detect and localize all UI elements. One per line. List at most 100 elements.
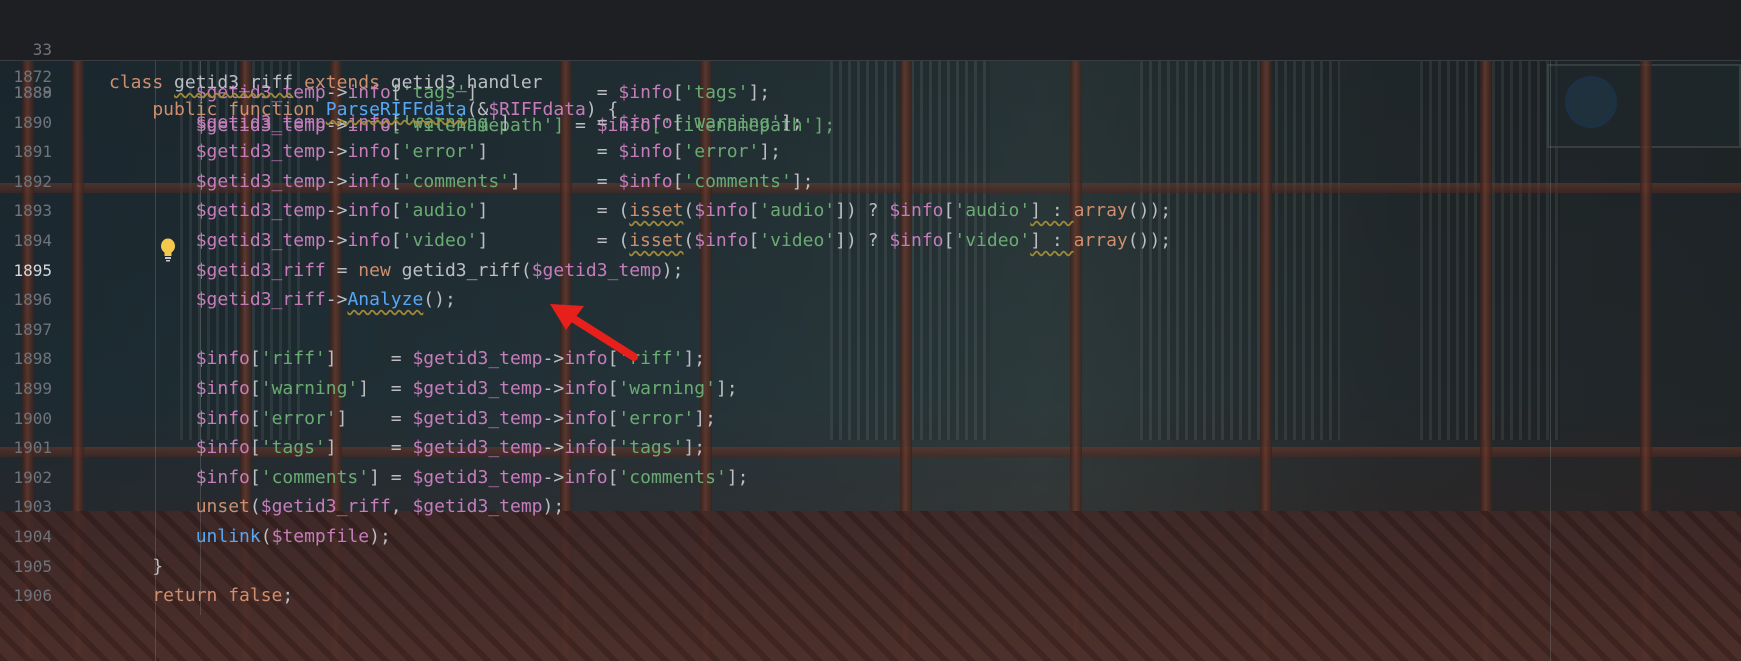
code-token: $info — [109, 437, 250, 459]
code-token: [ — [748, 200, 760, 222]
code-line[interactable]: 1899 $info['warning'] = $getid3_temp->in… — [0, 372, 1741, 405]
line-number: 1898 — [13, 349, 52, 369]
code-token: info — [347, 141, 391, 163]
code-token: $getid3_temp — [109, 141, 326, 163]
line-number: 1899 — [13, 379, 52, 398]
line-number: 1901 — [13, 438, 52, 458]
code-token: $RIFFdata — [488, 99, 586, 120]
code-token: ( — [683, 230, 695, 251]
code-token: [ — [672, 170, 684, 192]
code-line[interactable]: 1893 $getid3_temp->info['audio'] = (isse… — [0, 194, 1741, 227]
code-editor[interactable]: 33 class getid3_riff extends getid3_hand… — [0, 0, 1741, 661]
code-token: (& — [466, 99, 489, 120]
code-line[interactable]: 1904 unlink($tempfile); — [0, 520, 1741, 553]
code-text: return false; — [109, 579, 293, 612]
code-token: getid3_riff — [174, 72, 294, 93]
code-token: [ — [607, 378, 619, 399]
sticky-scope-header[interactable]: 33 class getid3_riff extends getid3_hand… — [0, 0, 1741, 120]
code-text: $getid3_riff = new getid3_riff($getid3_t… — [109, 254, 684, 287]
code-token: 'comments' — [618, 466, 727, 488]
code-token: 'error' — [618, 407, 695, 429]
code-token: [ — [249, 348, 261, 370]
code-token: ]) ? — [835, 230, 890, 251]
code-token: $info — [889, 200, 944, 222]
code-token: -> — [325, 141, 348, 163]
code-token: -> — [325, 170, 348, 192]
code-token: [ — [607, 407, 619, 429]
sticky-line-function[interactable]: 1872 public function ParseRIFFdata(&$RIF… — [0, 27, 1741, 120]
code-token: info — [347, 200, 391, 222]
code-token: info — [564, 378, 608, 399]
code-lines[interactable]: 1888 $getid3_temp->info['filenamepath'] … — [0, 60, 1741, 661]
code-token: $info — [694, 230, 749, 251]
code-token: $info — [109, 378, 250, 399]
code-token: ; — [282, 585, 294, 607]
code-line[interactable]: 1898 $info['riff'] = $getid3_temp->info[… — [0, 342, 1741, 375]
line-number: 1872 — [13, 67, 52, 86]
code-token: ] : — [1030, 200, 1074, 222]
code-token: isset — [629, 230, 684, 251]
code-line[interactable]: 1905 } — [0, 550, 1741, 583]
code-token: ); — [661, 259, 684, 281]
code-token: ] = — [369, 466, 413, 488]
code-line[interactable]: 1906 return false; — [0, 579, 1741, 612]
code-token: $getid3_temp — [412, 437, 543, 459]
code-line[interactable]: 1891 $getid3_temp->info['error'] = $info… — [0, 135, 1741, 168]
code-token: $info — [109, 407, 250, 429]
code-token: ]; — [694, 407, 716, 429]
code-line[interactable]: 1896 $getid3_riff->Analyze(); — [0, 283, 1741, 316]
lightbulb-icon[interactable] — [159, 238, 177, 262]
code-token: ( — [260, 526, 272, 547]
code-token: -> — [542, 437, 565, 459]
code-token: 'error' — [260, 407, 337, 429]
code-line[interactable]: 1900 $info['error'] = $getid3_temp->info… — [0, 402, 1741, 435]
code-token: 'riff' — [260, 348, 326, 370]
code-token: [ — [390, 230, 402, 251]
line-number: 1904 — [13, 527, 52, 546]
code-token: ]) ? — [835, 200, 890, 222]
code-token: [ — [249, 466, 261, 488]
code-token: new — [358, 259, 402, 281]
code-token: $info — [618, 170, 673, 192]
code-token: [ — [672, 141, 684, 163]
code-token: ]; — [748, 82, 771, 103]
code-token: info — [347, 230, 391, 251]
line-number: 1902 — [13, 467, 52, 487]
code-token: ]; — [791, 170, 814, 192]
code-token: [ — [249, 378, 261, 399]
code-token: ( — [683, 200, 695, 222]
code-token: $getid3_temp — [412, 378, 543, 399]
code-token: ] = ( — [477, 200, 630, 222]
code-token: ]; — [683, 437, 706, 459]
code-text: $getid3_riff->Analyze(); — [109, 283, 456, 316]
code-line[interactable]: 1901 $info['tags'] = $getid3_temp->info[… — [0, 431, 1741, 464]
code-line[interactable]: 1894 $getid3_temp->info['video'] = (isse… — [0, 224, 1741, 257]
code-line[interactable]: 1892 $getid3_temp->info['comments'] = $i… — [0, 165, 1741, 198]
code-token: $getid3_riff — [260, 496, 391, 518]
code-token: array — [1073, 230, 1128, 251]
code-token: 'audio' — [401, 200, 478, 222]
line-number: 1900 — [13, 408, 52, 428]
code-text: unlink($tempfile); — [109, 520, 391, 553]
code-token: $getid3_temp — [412, 496, 543, 518]
code-token: ) { — [585, 99, 619, 120]
code-token: $info — [889, 230, 944, 251]
code-token: extends — [293, 72, 391, 93]
code-token: getid3_handler — [390, 72, 543, 93]
code-token: [ — [607, 466, 619, 488]
code-token: ]; — [780, 111, 803, 133]
code-line[interactable]: 1895 $getid3_riff = new getid3_riff($get… — [0, 254, 1741, 287]
line-number: 1896 — [13, 290, 52, 310]
code-token: getid3_riff — [401, 259, 521, 281]
code-line[interactable]: 1897 — [0, 313, 1741, 346]
code-token: info — [564, 437, 608, 459]
code-token: $getid3_temp — [109, 170, 326, 192]
code-line[interactable]: 1903 unset($getid3_riff, $getid3_temp); — [0, 490, 1741, 523]
code-token: $getid3_temp — [109, 200, 326, 222]
code-token: array — [1073, 200, 1128, 222]
code-token: (); — [423, 289, 456, 311]
code-line[interactable]: 1902 $info['comments'] = $getid3_temp->i… — [0, 461, 1741, 494]
code-token: return false — [109, 585, 283, 607]
code-token: ()); — [1127, 200, 1172, 222]
code-token: [ — [249, 437, 261, 459]
